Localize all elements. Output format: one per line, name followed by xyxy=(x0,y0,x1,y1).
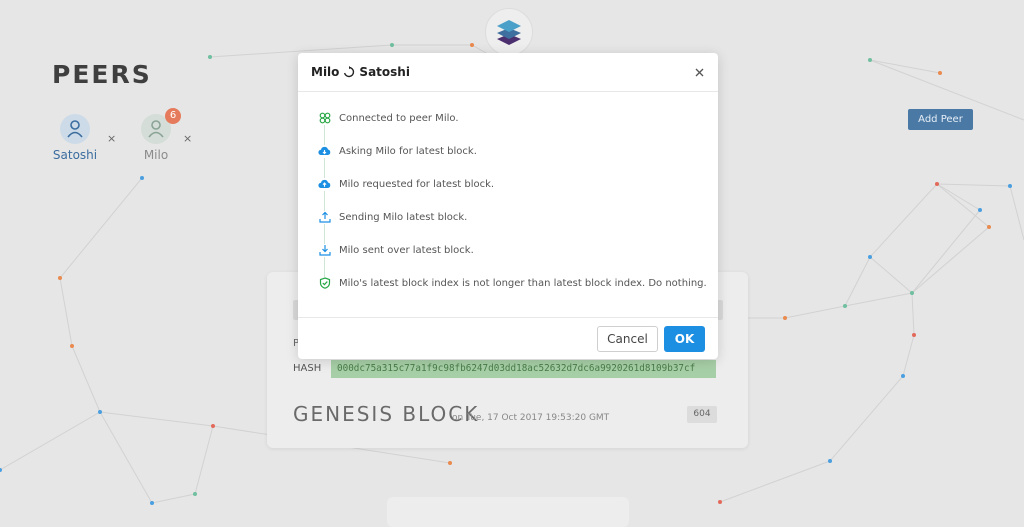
ok-button[interactable]: OK xyxy=(664,326,705,352)
modal-header: Milo Satoshi xyxy=(298,53,718,92)
block-timestamp: on Tue, 17 Oct 2017 19:53:20 GMT xyxy=(452,413,610,423)
modal-footer-divider xyxy=(298,317,718,318)
cancel-button[interactable]: Cancel xyxy=(597,326,658,352)
log-text: Sending Milo latest block. xyxy=(339,211,468,223)
log-item: Connected to peer Milo. xyxy=(318,111,459,125)
download-icon xyxy=(318,243,331,257)
log-text: Asking Milo for latest block. xyxy=(339,145,477,157)
notification-badge: 6 xyxy=(165,108,181,124)
log-item: Milo sent over latest block. xyxy=(318,243,474,257)
log-item: Sending Milo latest block. xyxy=(318,210,467,224)
next-block-card xyxy=(387,497,629,527)
hash-value: 000dc75a315c77a1f9c98fb6247d03dd18ac5263… xyxy=(331,360,716,378)
avatar xyxy=(60,114,90,144)
cloud-download-icon xyxy=(318,144,331,158)
peer-log-modal: Milo Satoshi Connected to peer Milo. Ask… xyxy=(298,53,718,359)
log-item: Milo requested for latest block. xyxy=(318,177,494,191)
log-text: Milo sent over latest block. xyxy=(339,244,474,256)
block-nonce: 604 xyxy=(687,406,717,423)
cloud-upload-icon xyxy=(318,177,331,191)
user-icon xyxy=(67,120,83,138)
close-icon xyxy=(695,68,703,76)
log-item: Asking Milo for latest block. xyxy=(318,144,477,158)
peer-name: Milo xyxy=(143,148,169,162)
hash-label: HASH xyxy=(293,363,322,374)
close-button[interactable] xyxy=(692,65,706,79)
shield-check-icon xyxy=(318,276,331,290)
log-text: Connected to peer Milo. xyxy=(339,112,459,124)
log-text: Milo requested for latest block. xyxy=(339,178,495,190)
remove-peer-milo-button[interactable]: × xyxy=(183,132,192,145)
layers-logo-icon xyxy=(497,20,521,45)
remove-peer-satoshi-button[interactable]: × xyxy=(107,132,116,145)
log-item: Milo's latest block index is not longer … xyxy=(318,276,707,290)
app-logo xyxy=(485,8,533,56)
modal-title: Milo Satoshi xyxy=(311,65,410,79)
upload-icon xyxy=(318,210,331,224)
connected-icon xyxy=(318,111,331,125)
peer-name: Satoshi xyxy=(52,148,98,162)
sync-icon xyxy=(344,66,355,78)
log-text: Milo's latest block index is not longer … xyxy=(339,277,707,289)
peer-satoshi[interactable]: Satoshi xyxy=(45,114,105,162)
modal-title-peer: Milo xyxy=(311,65,340,79)
add-peer-button[interactable]: Add Peer xyxy=(908,109,973,130)
page-title: PEERS xyxy=(52,60,152,89)
modal-title-self: Satoshi xyxy=(359,65,410,79)
user-icon xyxy=(148,120,164,138)
